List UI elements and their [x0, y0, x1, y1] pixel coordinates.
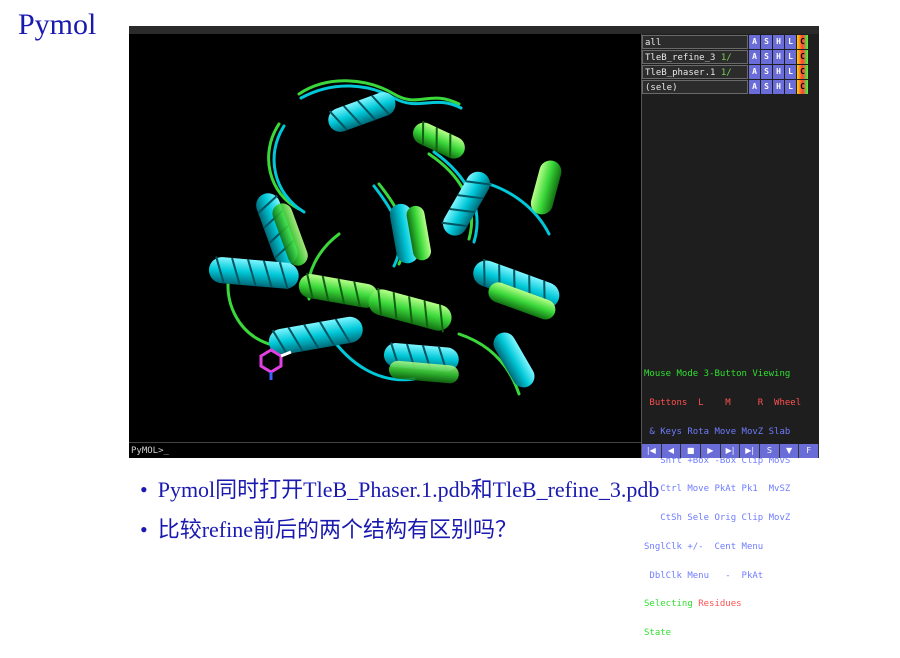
- slide-title: Pymol: [18, 8, 97, 41]
- object-row[interactable]: TleB_refine_3 1/A S H L C: [642, 50, 819, 64]
- state-indicator: State 1/ 1: [644, 628, 817, 639]
- selecting-mode[interactable]: Selecting Residues: [644, 600, 817, 610]
- label-button[interactable]: L: [785, 65, 796, 79]
- object-name-label: (sele): [645, 83, 678, 93]
- selecting-label: Selecting: [644, 599, 693, 610]
- object-name[interactable]: all: [642, 35, 748, 49]
- state-value: 1/ 1: [692, 628, 726, 639]
- rewind-button[interactable]: |◀: [642, 444, 661, 458]
- command-line[interactable]: PyMOL>_: [129, 442, 641, 458]
- mouse-mode-legend[interactable]: Mouse Mode 3-Button Viewing Buttons L M …: [644, 351, 817, 658]
- object-name[interactable]: (sele): [642, 80, 748, 94]
- object-name-label: TleB_refine_3: [645, 53, 716, 63]
- object-row[interactable]: all ASHLC: [642, 35, 819, 49]
- end-button[interactable]: ▶|: [740, 444, 760, 458]
- object-name[interactable]: TleB_phaser.1 1/: [642, 65, 748, 79]
- step-forward-button[interactable]: ▶|: [720, 444, 740, 458]
- selecting-value: Residues: [698, 599, 742, 610]
- show-button[interactable]: S: [761, 80, 772, 94]
- fullscreen-button[interactable]: F: [799, 444, 819, 458]
- color-button[interactable]: C: [797, 50, 808, 64]
- molecular-viewer[interactable]: [129, 34, 641, 446]
- pymol-window: PyMOL>_ all A S H L C TleB_refine_3 1/A S H L C Tl…: [129, 26, 819, 638]
- mouse-mode-row: CtSh Sele Orig Clip MovZ: [644, 513, 791, 524]
- movie-transport-bar: |◀ ◀ ■ ▶ ▶| ▶| S ▼ F: [642, 444, 819, 458]
- action-button[interactable]: A: [749, 80, 760, 94]
- bullet-item: • Pymol同时打开TleB_Phaser.1.pdb和TleB_refine_…: [140, 470, 659, 510]
- bullet-dot: •: [140, 477, 148, 502]
- object-row[interactable]: (sele) ASHLC: [642, 80, 819, 94]
- label-button[interactable]: L: [785, 35, 796, 49]
- label-button[interactable]: L: [785, 80, 796, 94]
- bullet-text: 比较refine前后的两个结构有区别吗？: [157, 517, 517, 542]
- step-back-button[interactable]: ◀: [661, 444, 681, 458]
- show-button[interactable]: S: [761, 50, 772, 64]
- hide-button[interactable]: H: [773, 35, 784, 49]
- bullet-dot: •: [140, 517, 148, 542]
- bullet-item: • 比较refine前后的两个结构有区别吗？: [140, 510, 659, 550]
- color-button[interactable]: C: [797, 35, 808, 49]
- object-state: 1/: [720, 53, 732, 63]
- state-label: State: [644, 628, 672, 639]
- mouse-mode-row: & Keys Rota Move MovZ Slab: [644, 426, 791, 437]
- mouse-mode-header: Buttons L M R Wheel: [644, 397, 802, 408]
- object-row[interactable]: TleB_phaser.1 1/A S H L C: [642, 65, 819, 79]
- object-name-label: all: [645, 38, 662, 48]
- mouse-mode-row: SnglClk +/- Cent Menu: [644, 541, 764, 552]
- mouse-mode-row: DblClk Menu - PkAt: [644, 570, 764, 581]
- scene-button[interactable]: S: [760, 444, 779, 458]
- object-control-panel: all A S H L C TleB_refine_3 1/A S H L C TleB_phase…: [641, 34, 819, 638]
- menu-button[interactable]: ▼: [779, 444, 799, 458]
- color-button[interactable]: C: [797, 65, 808, 79]
- hide-button[interactable]: H: [773, 50, 784, 64]
- play-button[interactable]: ▶: [701, 444, 720, 458]
- hide-button[interactable]: H: [773, 65, 784, 79]
- show-button[interactable]: S: [761, 35, 772, 49]
- mouse-mode-title: Mouse Mode 3-Button Viewing: [644, 369, 791, 380]
- stop-button[interactable]: ■: [681, 444, 701, 458]
- object-name-label: TleB_phaser.1: [645, 68, 716, 78]
- protein-cartoon-render: [208, 79, 562, 396]
- object-list: all A S H L C TleB_refine_3 1/A S H L C TleB_phase…: [642, 35, 819, 94]
- mouse-mode-row: Ctrl Move PkAt Pk1 MvSZ: [644, 484, 791, 495]
- show-button[interactable]: S: [761, 65, 772, 79]
- label-button[interactable]: L: [785, 50, 796, 64]
- object-state: 1/: [720, 68, 732, 78]
- helices: [208, 92, 562, 388]
- color-button[interactable]: C: [797, 80, 808, 94]
- bullet-list: • Pymol同时打开TleB_Phaser.1.pdb和TleB_refine_…: [140, 470, 659, 550]
- object-name[interactable]: TleB_refine_3 1/: [642, 50, 748, 64]
- action-button[interactable]: A: [749, 65, 760, 79]
- bullet-text: Pymol同时打开TleB_Phaser.1.pdb和TleB_refine_3…: [157, 477, 660, 502]
- action-button[interactable]: A: [749, 50, 760, 64]
- action-button[interactable]: A: [749, 35, 760, 49]
- ligand-sticks: [259, 348, 292, 380]
- hide-button[interactable]: H: [773, 80, 784, 94]
